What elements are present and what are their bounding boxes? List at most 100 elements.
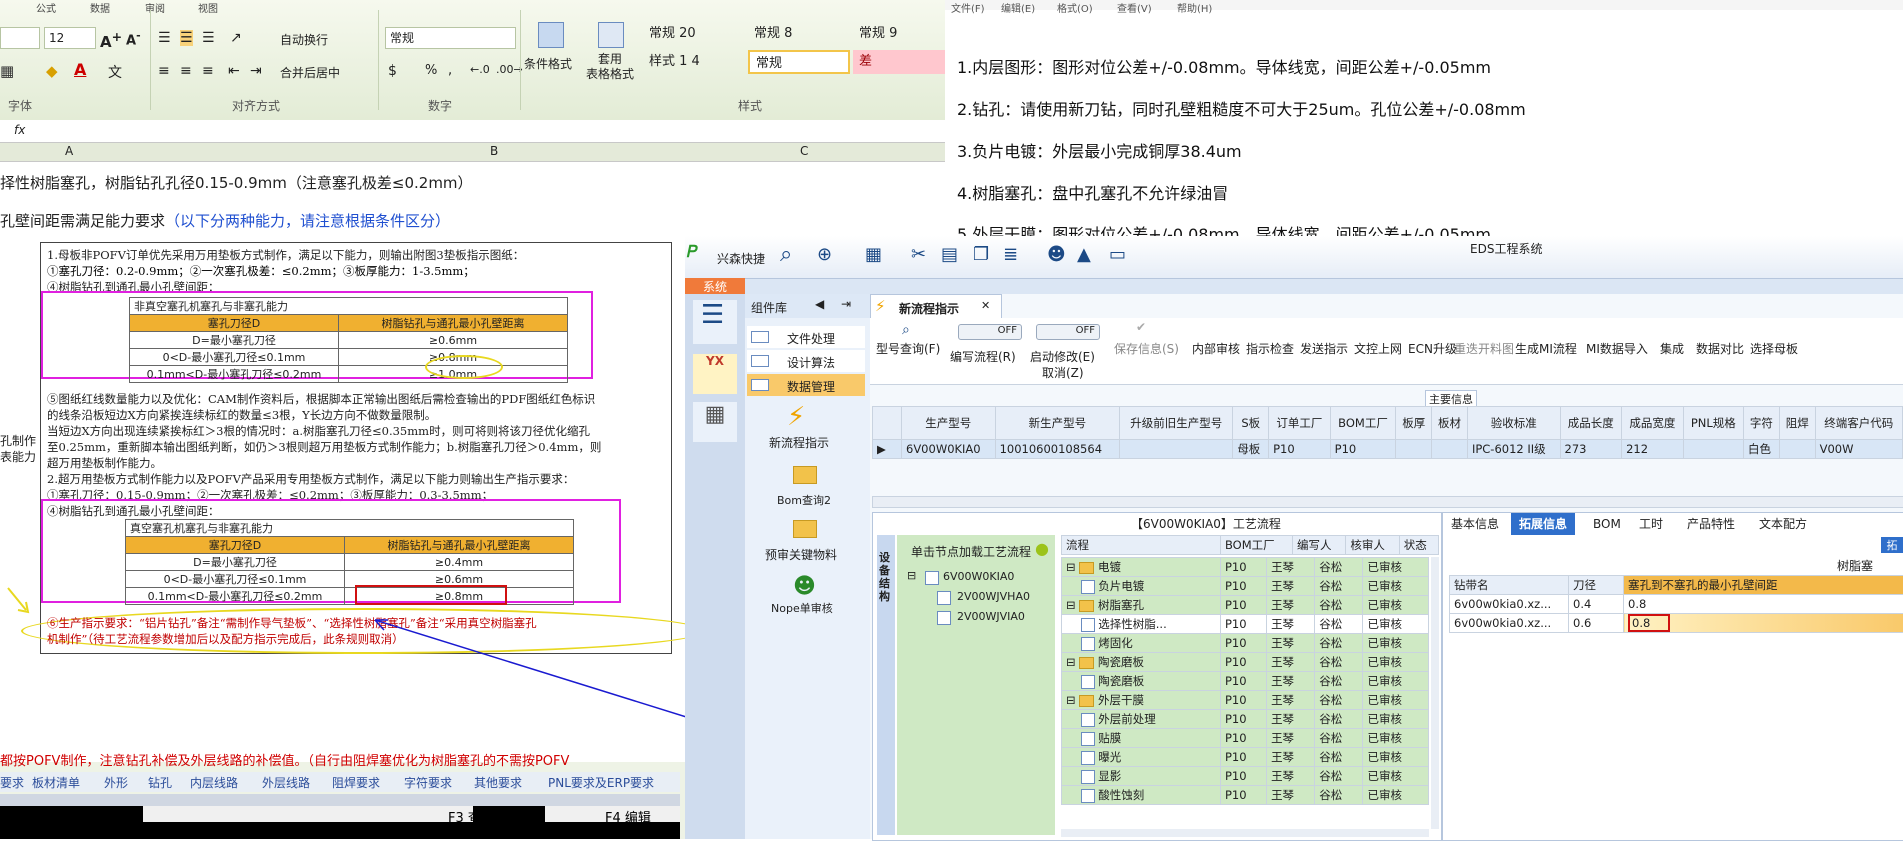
- doc-tab[interactable]: ⚡ 新流程指示 ✕: [870, 294, 1002, 319]
- sheet-tab[interactable]: 钻孔: [148, 774, 172, 791]
- grid-header[interactable]: 订单工厂: [1269, 407, 1331, 440]
- sheet-tab[interactable]: PNL要求及ERP要求: [548, 774, 654, 791]
- wrap-text-button[interactable]: 自动换行: [280, 31, 328, 48]
- grid-cell[interactable]: 10010600108564: [995, 440, 1120, 459]
- align-bottom-icon[interactable]: ☰: [202, 30, 215, 46]
- grid-header[interactable]: 钻带名: [1450, 576, 1569, 595]
- pin-icon[interactable]: ⇥: [841, 297, 851, 311]
- nav-item-algorithm[interactable]: 设计算法: [747, 350, 865, 372]
- border-icon[interactable]: ▦: [0, 62, 14, 80]
- column-b-header[interactable]: B: [490, 144, 498, 158]
- indent-decrease-icon[interactable]: ⇤: [228, 63, 240, 79]
- toolbar-ecn[interactable]: ECN升级: [1408, 340, 1457, 357]
- sheet-tab[interactable]: 字符要求: [404, 774, 452, 791]
- folder-icon[interactable]: [793, 520, 817, 538]
- conditional-format-button[interactable]: 条件格式: [524, 55, 572, 72]
- table-row[interactable]: 陶瓷磨板P10王琴谷松已审核: [1062, 672, 1429, 691]
- grid-header[interactable]: 成品长度: [1560, 407, 1622, 440]
- status-f4[interactable]: F4 编辑: [605, 807, 651, 826]
- merge-center-button[interactable]: 合并后居中: [280, 64, 340, 81]
- grid-header[interactable]: PNL规格: [1683, 407, 1743, 440]
- search-icon[interactable]: ⌕: [780, 242, 792, 267]
- table-row[interactable]: 曝光P10王琴谷松已审核: [1062, 748, 1429, 767]
- grid-cell[interactable]: [1396, 440, 1432, 459]
- toolbar-gen-mi[interactable]: 生成MI流程: [1515, 340, 1577, 357]
- tool-pre-review[interactable]: 预审关键物料: [765, 546, 837, 563]
- align-right-icon[interactable]: ≡: [202, 63, 214, 79]
- table-row[interactable]: ⊟ 树脂塞孔P10王琴谷松已审核: [1062, 596, 1429, 615]
- status-f3[interactable]: F3 查看: [448, 807, 494, 826]
- detail-tab-features[interactable]: 产品特性: [1679, 513, 1743, 535]
- close-tab-icon[interactable]: ✕: [981, 299, 990, 312]
- menu-file[interactable]: 文件(F): [951, 0, 985, 15]
- phonetic-icon[interactable]: 文: [108, 62, 122, 82]
- collapse-left-icon[interactable]: ◀: [815, 297, 824, 311]
- table-row[interactable]: 6v00w0kia0.xz... 0.4 0.8: [1450, 595, 1903, 614]
- table-format-button[interactable]: 套用 表格格式: [580, 52, 640, 82]
- grid-cell[interactable]: 0.8: [1624, 595, 1903, 614]
- chart-icon[interactable]: ▲: [1077, 244, 1091, 265]
- sheet-tab[interactable]: 板材清单: [32, 774, 80, 791]
- grid-cell[interactable]: 273: [1560, 440, 1622, 459]
- grid-header[interactable]: 终端客户代码: [1815, 407, 1902, 440]
- grid-cell[interactable]: P10: [1269, 440, 1331, 459]
- indent-increase-icon[interactable]: ⇥: [250, 63, 262, 79]
- tree-node[interactable]: 6V00W0KIA0: [943, 570, 1014, 583]
- sheet-tab[interactable]: 要求: [0, 774, 24, 791]
- table-row[interactable]: 烤固化P10王琴谷松已审核: [1062, 634, 1429, 653]
- grid-header[interactable]: 字符: [1743, 407, 1779, 440]
- nav-item-data[interactable]: 数据管理: [747, 374, 865, 396]
- style-normal-8[interactable]: 常规 8: [748, 22, 850, 46]
- menu-format[interactable]: 格式(O): [1057, 0, 1093, 15]
- detail-tab-hours[interactable]: 工时: [1631, 513, 1671, 535]
- notepad-line[interactable]: 2.钻孔：请使用新刀钻，同时孔壁粗糙度不可大于25um。孔位公差+/-0.08m…: [957, 96, 1526, 120]
- grid-cell[interactable]: 6v00w0kia0.xz...: [1450, 614, 1569, 633]
- tool-nope-review[interactable]: Nope单审核: [771, 600, 833, 616]
- toolbar-integrate[interactable]: 集成: [1660, 340, 1684, 357]
- menu-view[interactable]: 视图: [198, 0, 218, 10]
- number-format-select[interactable]: 常规: [385, 27, 516, 49]
- grid-header[interactable]: 塞孔到不塞孔的最小孔壁间距: [1624, 576, 1903, 595]
- table-row[interactable]: 选择性树脂...P10王琴谷松已审核: [1062, 615, 1429, 634]
- sheet-tab[interactable]: 其他要求: [474, 774, 522, 791]
- column-a-header[interactable]: A: [65, 144, 73, 158]
- grid-cell[interactable]: [1779, 440, 1815, 459]
- notepad-line[interactable]: 3.负片电镀：外层最小完成铜厚38.4um: [957, 138, 1242, 162]
- table-row[interactable]: 显影P10王琴谷松已审核: [1062, 767, 1429, 786]
- grid-header[interactable]: 新生产型号: [995, 407, 1120, 440]
- cell-row2[interactable]: 孔壁间距需满足能力要求（以下分两种能力，请注意根据条件区分）: [0, 210, 450, 231]
- comma-button[interactable]: ,: [448, 63, 452, 78]
- edit-flow-toggle[interactable]: OFF: [958, 324, 1022, 340]
- increase-font-icon[interactable]: A+: [100, 29, 122, 51]
- grid-header[interactable]: 阻焊: [1779, 407, 1815, 440]
- grid-cell[interactable]: 0.4: [1569, 595, 1624, 614]
- toolbar-internal-review[interactable]: 内部审核: [1192, 340, 1240, 357]
- grid-header[interactable]: 板材: [1432, 407, 1468, 440]
- cell-row1[interactable]: 择性树脂塞孔，树脂钻孔孔径0.15-0.9mm（注意塞孔极差≤0.2mm）: [0, 172, 473, 193]
- detail-tab-extended[interactable]: 拓展信息: [1511, 513, 1575, 535]
- menu-help[interactable]: 帮助(H): [1177, 0, 1212, 15]
- sheet-tab[interactable]: 外层线路: [262, 774, 310, 791]
- grid-cell[interactable]: V00W: [1815, 440, 1902, 459]
- grid-header[interactable]: 成品宽度: [1622, 407, 1684, 440]
- detail-tab-recipe[interactable]: 文本配方: [1751, 513, 1815, 535]
- globe-icon[interactable]: ⊕: [817, 244, 832, 265]
- folder-icon[interactable]: [793, 466, 817, 484]
- tree-collapse-icon[interactable]: ⊟: [907, 569, 916, 582]
- scissors-icon[interactable]: ✂: [911, 244, 926, 265]
- currency-icon[interactable]: $: [388, 63, 397, 79]
- user-icon[interactable]: ☻: [1047, 244, 1066, 265]
- tool-new-flow[interactable]: 新流程指示: [769, 434, 829, 451]
- menu-icon[interactable]: ☰: [693, 300, 737, 344]
- lightning-icon[interactable]: ⚡: [787, 402, 805, 432]
- detail-tab-basic[interactable]: 基本信息: [1443, 513, 1507, 535]
- grid-header[interactable]: 刀径: [1569, 576, 1624, 595]
- toolbar-mi-import[interactable]: MI数据导入: [1586, 340, 1648, 357]
- notepad-line[interactable]: 1.内层图形：图形对位公差+/-0.08mm。导体线宽，间距公差+/-0.05m…: [957, 54, 1491, 78]
- window-icon[interactable]: ▭: [1109, 244, 1126, 265]
- fx-icon[interactable]: fx: [14, 123, 25, 137]
- decrease-font-icon[interactable]: A-: [126, 29, 141, 48]
- style-normal-9[interactable]: 常规 9: [853, 22, 945, 46]
- toolbar-send[interactable]: 发送指示: [1300, 340, 1348, 357]
- grid-cell[interactable]: 白色: [1743, 440, 1779, 459]
